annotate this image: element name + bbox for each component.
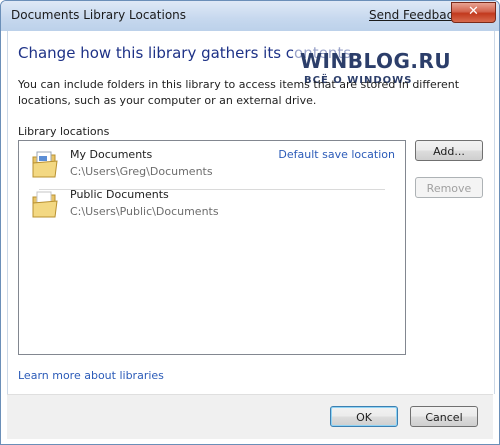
documents-folder-icon bbox=[32, 151, 58, 178]
dialog-content: Change how this library gathers its cont… bbox=[7, 31, 495, 394]
window-title: Documents Library Locations bbox=[11, 8, 187, 22]
location-path: C:\Users\Greg\Documents bbox=[70, 165, 213, 178]
description-text: You can include folders in this library … bbox=[18, 78, 460, 107]
library-locations-dialog: Documents Library Locations Send Feedbac… bbox=[0, 0, 500, 445]
location-name: Public Documents bbox=[70, 188, 169, 201]
locations-list[interactable]: My Documents C:\Users\Greg\Documents Def… bbox=[18, 140, 406, 355]
send-feedback-link[interactable]: Send Feedback bbox=[369, 8, 460, 22]
list-item-public-documents[interactable]: Public Documents C:\Users\Public\Documen… bbox=[23, 185, 401, 223]
close-button[interactable]: ✕ bbox=[451, 2, 496, 23]
remove-button[interactable]: Remove bbox=[415, 177, 483, 198]
dialog-footer: OK Cancel bbox=[7, 394, 493, 439]
location-name: My Documents bbox=[70, 148, 153, 161]
cancel-button[interactable]: Cancel bbox=[410, 406, 478, 427]
list-item-my-documents[interactable]: My Documents C:\Users\Greg\Documents Def… bbox=[23, 145, 401, 190]
watermark-title: WINBLOG.RU bbox=[300, 49, 452, 73]
location-path: C:\Users\Public\Documents bbox=[70, 205, 219, 218]
title-bar[interactable]: Documents Library Locations Send Feedbac… bbox=[1, 1, 499, 31]
learn-more-link[interactable]: Learn more about libraries bbox=[18, 369, 164, 382]
ok-button[interactable]: OK bbox=[330, 406, 398, 427]
default-save-location-badge: Default save location bbox=[278, 148, 395, 161]
folder-icon bbox=[32, 191, 58, 218]
close-icon: ✕ bbox=[468, 4, 479, 19]
library-locations-label: Library locations bbox=[18, 125, 110, 138]
add-button[interactable]: Add... bbox=[415, 140, 483, 161]
